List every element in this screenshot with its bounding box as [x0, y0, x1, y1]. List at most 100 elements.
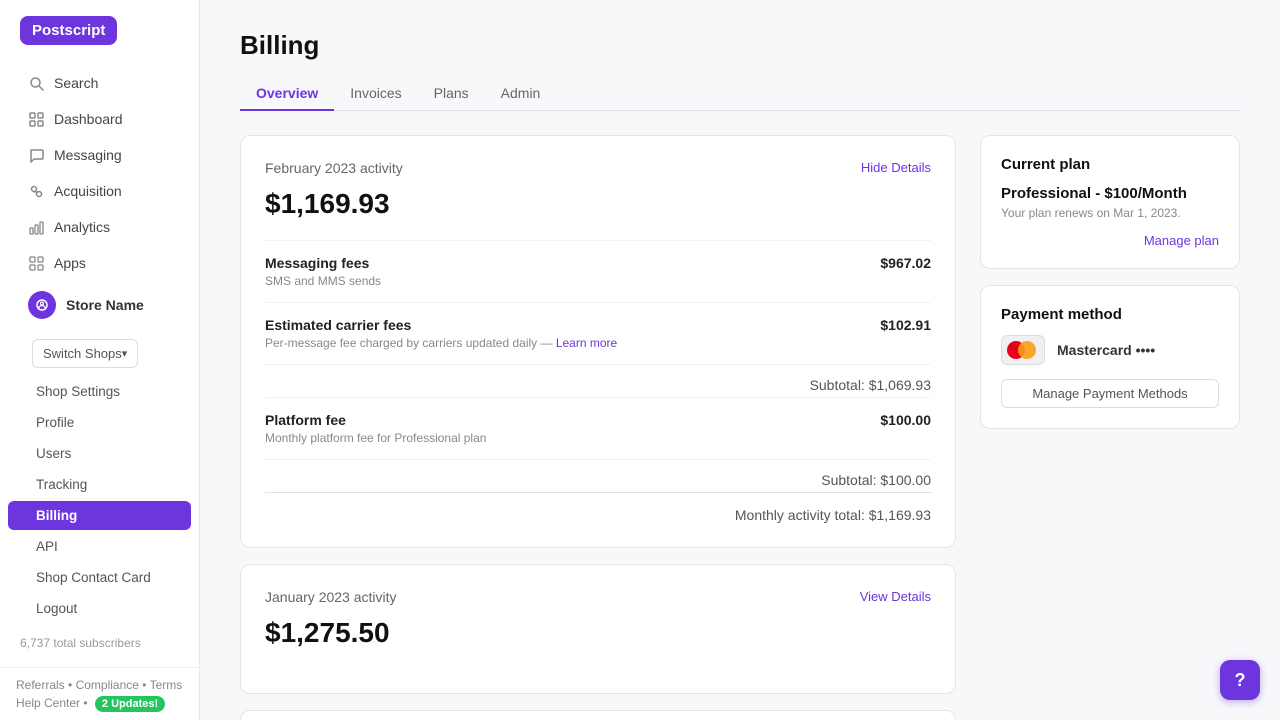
monthly-total-label: Monthly activity total: $1,169.93 — [735, 507, 931, 523]
sidebar-item-search-label: Search — [54, 75, 98, 91]
payment-method-card: Payment method Mastercard •••• Manage Pa… — [980, 285, 1240, 429]
sidebar-item-apps-label: Apps — [54, 255, 86, 271]
plan-name: Professional - $100/Month — [1001, 185, 1219, 202]
store-icon — [28, 291, 56, 319]
sidebar-item-dashboard[interactable]: Dashboard — [8, 102, 191, 136]
analytics-icon — [28, 219, 44, 235]
messaging-fees-row: Messaging fees SMS and MMS sends $967.02 — [265, 240, 931, 302]
jan-card-header: January 2023 activity View Details — [265, 589, 931, 611]
sidebar-item-analytics-label: Analytics — [54, 219, 110, 235]
sidebar-item-search[interactable]: Search — [8, 66, 191, 100]
billing-tabs: Overview Invoices Plans Admin — [240, 77, 1240, 111]
card-name: Mastercard — [1057, 342, 1132, 358]
sidebar-item-dashboard-label: Dashboard — [54, 111, 123, 127]
jan-activity-label: January 2023 activity — [265, 589, 397, 605]
mastercard-icon — [1001, 335, 1045, 365]
help-button[interactable]: ? — [1220, 660, 1260, 700]
card-dots: •••• — [1136, 342, 1156, 358]
platform-fee-amount: $100.00 — [880, 412, 931, 428]
platform-fee-info: Platform fee Monthly platform fee for Pr… — [265, 412, 486, 445]
logo: Postscript — [20, 16, 117, 45]
feb-activity-card: February 2023 activity Hide Details $1,1… — [240, 135, 956, 548]
billing-right-column: Current plan Professional - $100/Month Y… — [980, 135, 1240, 720]
messaging-fees-desc: SMS and MMS sends — [265, 274, 381, 288]
plan-renew: Your plan renews on Mar 1, 2023. — [1001, 206, 1219, 220]
platform-fee-desc: Monthly platform fee for Professional pl… — [265, 431, 486, 445]
sub-nav-billing[interactable]: Billing — [8, 501, 191, 530]
card-info: Mastercard •••• — [1057, 342, 1155, 358]
carrier-fees-row: Estimated carrier fees Per-message fee c… — [265, 302, 931, 364]
tab-overview[interactable]: Overview — [240, 77, 334, 111]
main-content: Billing Overview Invoices Plans Admin Fe… — [200, 0, 1280, 720]
sub-nav-api[interactable]: API — [8, 532, 191, 561]
tab-plans[interactable]: Plans — [418, 77, 485, 111]
jan-activity-card: January 2023 activity View Details $1,27… — [240, 564, 956, 694]
sidebar-footer: Referrals • Compliance • Terms Help Cent… — [0, 667, 199, 720]
subtotal-2-label: Subtotal: $100.00 — [821, 472, 931, 488]
payment-method-title: Payment method — [1001, 306, 1219, 323]
carrier-fees-desc: Per-message fee charged by carriers upda… — [265, 336, 617, 350]
subtotal-row-1: Subtotal: $1,069.93 — [265, 364, 931, 397]
subtotal-row-2: Subtotal: $100.00 — [265, 459, 931, 492]
monthly-total-row: Monthly activity total: $1,169.93 — [265, 492, 931, 523]
content-area: February 2023 activity Hide Details $1,1… — [240, 135, 1240, 720]
sub-nav-profile[interactable]: Profile — [8, 408, 191, 437]
tab-invoices[interactable]: Invoices — [334, 77, 417, 111]
sidebar-item-acquisition[interactable]: Acquisition — [8, 174, 191, 208]
sub-nav-logout[interactable]: Logout — [8, 594, 191, 623]
sidebar: Postscript Search Dashboard Messaging Ac… — [0, 0, 200, 720]
messaging-fees-amount: $967.02 — [880, 255, 931, 271]
sidebar-item-store-label: Store Name — [66, 297, 144, 313]
sidebar-item-apps[interactable]: Apps — [8, 246, 191, 280]
platform-fee-row: Platform fee Monthly platform fee for Pr… — [265, 397, 931, 459]
manage-plan-link[interactable]: Manage plan — [1144, 233, 1219, 248]
messaging-icon — [28, 147, 44, 163]
sidebar-item-messaging-label: Messaging — [54, 147, 122, 163]
carrier-fees-desc-prefix: Per-message fee charged by carriers upda… — [265, 336, 556, 350]
compliance-link[interactable]: Compliance — [76, 678, 139, 692]
sub-nav-users[interactable]: Users — [8, 439, 191, 468]
sub-nav-shop-settings[interactable]: Shop Settings — [8, 377, 191, 406]
logo-area: Postscript — [0, 0, 199, 61]
jan-activity-amount: $1,275.50 — [265, 617, 931, 649]
referrals-link[interactable]: Referrals — [16, 678, 65, 692]
switch-shops-label: Switch Shops — [43, 346, 122, 361]
sidebar-item-store[interactable]: Store Name — [8, 282, 191, 328]
carrier-fees-info: Estimated carrier fees Per-message fee c… — [265, 317, 617, 350]
feb-card-header: February 2023 activity Hide Details — [265, 160, 931, 182]
dec-activity-card: December 2022 activity View Details $859… — [240, 710, 956, 720]
billing-left-column: February 2023 activity Hide Details $1,1… — [240, 135, 956, 720]
carrier-fees-name: Estimated carrier fees — [265, 317, 617, 333]
dashboard-icon — [28, 111, 44, 127]
subscribers-count: 6,737 total subscribers — [0, 628, 199, 658]
sub-nav-shop-contact-card[interactable]: Shop Contact Card — [8, 563, 191, 592]
page-title: Billing — [240, 30, 1240, 61]
tab-admin[interactable]: Admin — [485, 77, 557, 111]
terms-link[interactable]: Terms — [150, 678, 183, 692]
learn-more-link[interactable]: Learn more — [556, 336, 617, 350]
sidebar-item-messaging[interactable]: Messaging — [8, 138, 191, 172]
hide-details-link[interactable]: Hide Details — [861, 160, 931, 175]
messaging-fees-info: Messaging fees SMS and MMS sends — [265, 255, 381, 288]
carrier-fees-amount: $102.91 — [880, 317, 931, 333]
updates-badge[interactable]: 2 Updates! — [95, 696, 165, 712]
manage-payment-methods-button[interactable]: Manage Payment Methods — [1001, 379, 1219, 408]
sidebar-item-analytics[interactable]: Analytics — [8, 210, 191, 244]
sub-nav-tracking[interactable]: Tracking — [8, 470, 191, 499]
jan-view-details-link[interactable]: View Details — [860, 589, 931, 604]
switch-shops-button[interactable]: Switch Shops ▾ — [32, 339, 138, 368]
platform-fee-name: Platform fee — [265, 412, 486, 428]
help-center-link[interactable]: Help Center — [16, 696, 80, 710]
help-icon: ? — [1235, 670, 1246, 691]
current-plan-card: Current plan Professional - $100/Month Y… — [980, 135, 1240, 269]
subtotal-1-label: Subtotal: $1,069.93 — [810, 377, 931, 393]
apps-icon — [28, 255, 44, 271]
sidebar-item-acquisition-label: Acquisition — [54, 183, 122, 199]
current-plan-title: Current plan — [1001, 156, 1219, 173]
messaging-fees-name: Messaging fees — [265, 255, 381, 271]
payment-method-row: Mastercard •••• — [1001, 335, 1219, 365]
chevron-down-icon: ▾ — [122, 347, 128, 360]
feb-activity-amount: $1,169.93 — [265, 188, 931, 220]
search-icon — [28, 75, 44, 91]
feb-activity-label: February 2023 activity — [265, 160, 403, 176]
